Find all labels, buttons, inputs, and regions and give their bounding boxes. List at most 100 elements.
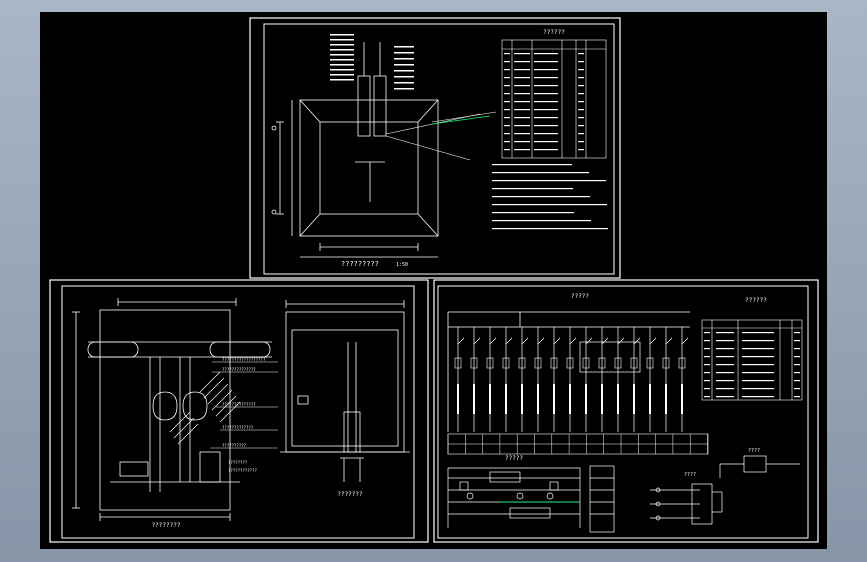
feeder-switch xyxy=(489,337,497,345)
table-row-mark xyxy=(514,109,530,111)
table-row-mark xyxy=(514,69,530,71)
table-row-mark xyxy=(794,340,800,342)
section-view xyxy=(72,298,272,521)
table-row-mark xyxy=(578,69,584,71)
table-row-mark xyxy=(534,69,558,71)
text-column-above-plan xyxy=(330,34,414,90)
table-row-mark xyxy=(578,101,584,103)
table-row-mark xyxy=(534,61,558,63)
table-row-mark xyxy=(794,348,800,350)
feeder-switch xyxy=(649,337,657,345)
table-row-mark xyxy=(514,77,530,79)
feeder-label-stub xyxy=(649,384,651,414)
table-row-mark xyxy=(504,133,510,135)
table-row-mark xyxy=(504,93,510,95)
table-row-mark xyxy=(794,380,800,382)
table-row-mark xyxy=(514,53,530,55)
sheet-top[interactable]: ?????? ????????? 1:50 xyxy=(249,17,621,279)
table-row-mark xyxy=(504,85,510,87)
table-row-mark xyxy=(534,149,558,151)
table-row-mark xyxy=(578,125,584,127)
table-row-mark xyxy=(794,356,800,358)
sheet-bottom-right[interactable]: ????? ?????? ????? ???? ???? xyxy=(433,279,819,543)
table-row-mark xyxy=(534,101,558,103)
table-row-mark xyxy=(514,93,530,95)
note-line xyxy=(492,188,573,190)
feeder-label-stub xyxy=(569,384,571,414)
table-row-mark xyxy=(716,380,734,382)
table-row-mark xyxy=(578,61,584,63)
small-circuit xyxy=(719,455,800,478)
table-row-mark xyxy=(742,356,774,358)
table-row-mark xyxy=(578,53,584,55)
callout-note-5: ?????????? xyxy=(222,443,247,448)
note-line xyxy=(492,204,607,206)
feeder-switch xyxy=(681,337,689,345)
sheet-bottom-left[interactable]: ?????????????????? ?????????????? ??????… xyxy=(49,279,429,543)
feeder-label-stub xyxy=(633,384,635,414)
table-row-mark xyxy=(504,125,510,127)
table-row-mark xyxy=(534,53,558,55)
control-circuit xyxy=(447,465,615,533)
table-row-mark xyxy=(578,149,584,151)
side-circuit-title: ???? xyxy=(684,472,696,478)
table-row-mark xyxy=(704,332,710,334)
cad-drawing-viewport[interactable]: ?????? ????????? 1:50 ??????????????????… xyxy=(40,12,827,549)
table-row-mark xyxy=(742,340,774,342)
table-row-mark xyxy=(742,388,774,390)
feeder-label-stub xyxy=(681,384,683,414)
sheet-bl-inner-border xyxy=(61,285,415,539)
callout-note-6: ???????? xyxy=(228,460,248,465)
top-table-title: ?????? xyxy=(543,29,565,36)
table-row-mark xyxy=(514,117,530,119)
table-row-mark xyxy=(742,332,774,334)
table-row-mark xyxy=(504,149,510,151)
top-notes xyxy=(492,164,608,230)
table-row-mark xyxy=(514,149,530,151)
feeder-label-stub xyxy=(601,384,603,414)
sheet-bl-outer-border xyxy=(49,279,429,543)
feeder-label-stub xyxy=(457,384,459,414)
table-row-mark xyxy=(514,125,530,127)
table-row-mark xyxy=(716,332,734,334)
feeder-switch xyxy=(505,337,513,345)
table-row-mark xyxy=(716,348,734,350)
table-row-mark xyxy=(534,125,558,127)
table-row-mark xyxy=(534,141,558,143)
note-line xyxy=(492,196,590,198)
table-row-mark xyxy=(578,93,584,95)
table-row-mark xyxy=(514,141,530,143)
feeder-label-stub xyxy=(537,384,539,414)
sheet-top-inner-border xyxy=(263,23,615,275)
table-row-mark xyxy=(716,340,734,342)
callout-note-3: ?????????????? xyxy=(222,402,256,407)
table-row-mark xyxy=(578,77,584,79)
diagram-title: ????? xyxy=(571,293,589,300)
feeder-label-stub xyxy=(665,384,667,414)
feeder-switch xyxy=(521,337,529,345)
table-row-mark xyxy=(514,133,530,135)
table-row-mark xyxy=(794,396,800,398)
detail-title: ??????? xyxy=(337,491,363,498)
br-table-title: ?????? xyxy=(745,297,767,304)
feeder-switch xyxy=(617,337,625,345)
feeder-label-stub xyxy=(617,384,619,414)
sheet-br-outer-border xyxy=(433,279,819,543)
top-parts-table xyxy=(501,39,607,159)
feeder-switch xyxy=(473,337,481,345)
table-row-mark xyxy=(704,348,710,350)
tank-plan-view xyxy=(271,42,439,258)
table-row-mark xyxy=(578,141,584,143)
table-row-mark xyxy=(716,396,734,398)
leader-lines xyxy=(385,111,497,161)
table-row-mark xyxy=(742,372,774,374)
callout-note-4: ????????????? xyxy=(222,425,254,430)
top-parts-table-rows xyxy=(504,53,584,151)
table-row-mark xyxy=(504,69,510,71)
feeder-switch xyxy=(633,337,641,345)
table-row-mark xyxy=(534,109,558,111)
table-row-mark xyxy=(794,364,800,366)
table-row-mark xyxy=(504,101,510,103)
feeder-switch xyxy=(665,337,673,345)
table-row-mark xyxy=(514,85,530,87)
